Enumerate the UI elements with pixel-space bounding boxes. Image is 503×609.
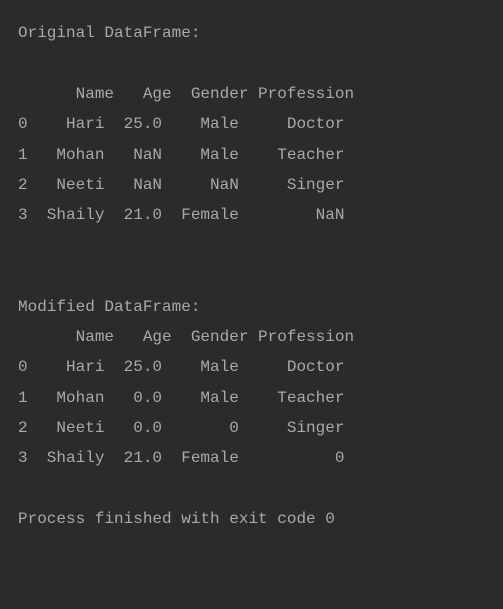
original-header: Name Age Gender Profession	[18, 79, 485, 109]
table-row: 1 Mohan NaN Male Teacher	[18, 140, 485, 170]
blank-line	[18, 474, 485, 504]
blank-line	[18, 261, 485, 291]
original-title: Original DataFrame:	[18, 18, 485, 48]
table-row: 3 Shaily 21.0 Female 0	[18, 443, 485, 473]
table-row: 1 Mohan 0.0 Male Teacher	[18, 383, 485, 413]
blank-line	[18, 48, 485, 78]
modified-header: Name Age Gender Profession	[18, 322, 485, 352]
blank-line	[18, 231, 485, 261]
table-row: 2 Neeti NaN NaN Singer	[18, 170, 485, 200]
table-row: 2 Neeti 0.0 0 Singer	[18, 413, 485, 443]
modified-title: Modified DataFrame:	[18, 292, 485, 322]
table-row: 0 Hari 25.0 Male Doctor	[18, 109, 485, 139]
table-row: 0 Hari 25.0 Male Doctor	[18, 352, 485, 382]
console-output: Original DataFrame: Name Age Gender Prof…	[18, 18, 485, 535]
process-finished: Process finished with exit code 0	[18, 504, 485, 534]
table-row: 3 Shaily 21.0 Female NaN	[18, 200, 485, 230]
